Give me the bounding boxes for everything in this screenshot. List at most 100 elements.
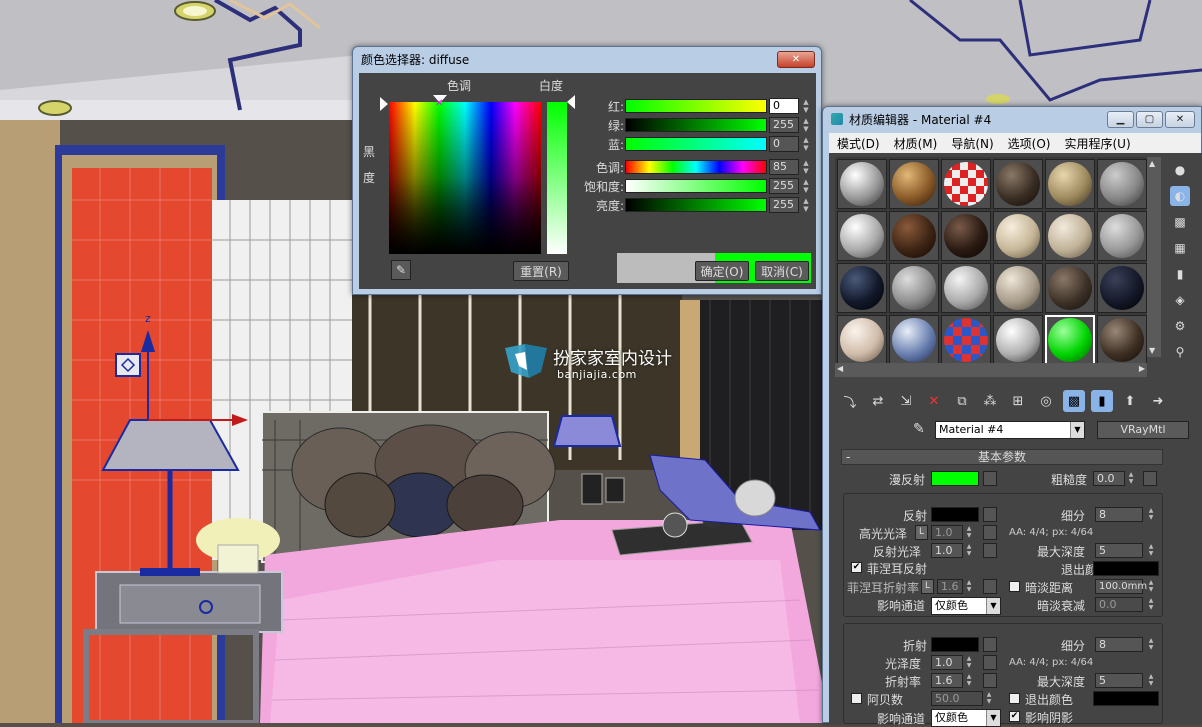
abbe-spinner[interactable]: ▲ ▼ bbox=[985, 691, 993, 706]
material-slot[interactable] bbox=[837, 263, 887, 313]
refract-gloss-input[interactable]: 1.0 bbox=[931, 655, 963, 670]
whiteness-bar[interactable] bbox=[547, 102, 567, 254]
refract-ior-spinner[interactable]: ▲ ▼ bbox=[965, 673, 973, 688]
reset-button[interactable]: 重置(R) bbox=[513, 261, 569, 281]
dim-distance-spinner[interactable]: ▲ ▼ bbox=[1147, 579, 1155, 594]
reflect-maxdepth-input[interactable]: 5 bbox=[1095, 543, 1143, 558]
fresnel-ior-map-button[interactable] bbox=[983, 579, 997, 594]
put-to-scene-icon[interactable]: ⇄ bbox=[867, 390, 889, 412]
dim-distance-checkbox[interactable] bbox=[1009, 581, 1020, 592]
scroll-left-icon[interactable]: ◀ bbox=[837, 364, 843, 373]
material-slot[interactable] bbox=[837, 159, 887, 209]
fresnel-ior-spinner[interactable]: ▲ ▼ bbox=[965, 579, 973, 594]
reflect-gloss-map-button[interactable] bbox=[983, 543, 997, 558]
material-slot[interactable] bbox=[837, 211, 887, 261]
reflect-color-swatch[interactable] bbox=[931, 507, 979, 522]
fresnel-ior-input[interactable]: 1.6 bbox=[937, 579, 963, 594]
select-by-material-icon[interactable]: ⚲ bbox=[1170, 342, 1190, 362]
hue-slider[interactable] bbox=[625, 160, 767, 174]
saturation-spinner[interactable]: ▲ ▼ bbox=[801, 178, 811, 194]
reflect-exit-color-swatch[interactable] bbox=[1093, 561, 1159, 576]
chevron-down-icon[interactable]: ▼ bbox=[986, 598, 1000, 614]
material-name-input[interactable]: Material #4 ▼ bbox=[935, 421, 1085, 439]
delete-icon[interactable]: ✕ bbox=[923, 390, 945, 412]
red-slider[interactable] bbox=[625, 99, 767, 113]
material-slot[interactable] bbox=[993, 263, 1043, 313]
refract-subdivs-input[interactable]: 8 bbox=[1095, 637, 1143, 652]
sample-type-icon[interactable]: ● bbox=[1170, 160, 1190, 180]
assign-to-selection-icon[interactable]: ⇲ bbox=[895, 390, 917, 412]
video-color-check-icon[interactable]: ▮ bbox=[1170, 264, 1190, 284]
put-to-library-icon[interactable]: ⊞ bbox=[1007, 390, 1029, 412]
material-slot[interactable] bbox=[837, 315, 887, 365]
material-slot[interactable] bbox=[1097, 315, 1147, 365]
diffuse-map-button[interactable] bbox=[983, 471, 997, 486]
value-slider[interactable] bbox=[625, 198, 767, 212]
get-material-icon[interactable]: ⤵ bbox=[839, 390, 861, 412]
red-spinner[interactable]: ▲ ▼ bbox=[801, 98, 811, 114]
uv-tiling-icon[interactable]: ▦ bbox=[1170, 238, 1190, 258]
blue-value-input[interactable]: 0 bbox=[769, 136, 799, 152]
reflect-subdivs-input[interactable]: 8 bbox=[1095, 507, 1143, 522]
material-slot[interactable] bbox=[889, 263, 939, 313]
hilight-map-button[interactable] bbox=[983, 525, 997, 540]
basic-params-rollout-header[interactable]: - 基本参数 bbox=[841, 449, 1163, 465]
reflect-maxdepth-spinner[interactable]: ▲ ▼ bbox=[1147, 543, 1155, 558]
blue-slider[interactable] bbox=[625, 137, 767, 151]
material-slot[interactable] bbox=[1045, 159, 1095, 209]
affect-shadows-checkbox[interactable]: ✔ bbox=[1009, 711, 1020, 722]
material-slot[interactable] bbox=[1097, 263, 1147, 313]
hilight-lock-button[interactable]: L bbox=[915, 525, 928, 540]
material-slot[interactable] bbox=[941, 315, 991, 365]
refract-color-swatch[interactable] bbox=[931, 637, 979, 652]
menu-material[interactable]: 材质(M) bbox=[894, 135, 938, 152]
green-value-input[interactable]: 255 bbox=[769, 117, 799, 133]
roughness-spinner[interactable]: ▲ ▼ bbox=[1127, 471, 1135, 486]
refract-maxdepth-input[interactable]: 5 bbox=[1095, 673, 1143, 688]
cancel-button[interactable]: 取消(C) bbox=[755, 261, 809, 281]
green-slider[interactable] bbox=[625, 118, 767, 132]
material-id-icon[interactable]: ◎ bbox=[1035, 390, 1057, 412]
abbe-checkbox[interactable] bbox=[851, 693, 862, 704]
menu-navigation[interactable]: 导航(N) bbox=[951, 135, 993, 152]
slot-horizontal-scrollbar[interactable]: ◀ ▶ bbox=[835, 363, 1147, 377]
roughness-map-button[interactable] bbox=[1143, 471, 1157, 486]
material-slot[interactable] bbox=[993, 211, 1043, 261]
eyedropper-button[interactable]: ✎ bbox=[391, 260, 411, 280]
go-to-parent-icon[interactable]: ⬆ bbox=[1119, 390, 1141, 412]
refract-ior-input[interactable]: 1.6 bbox=[931, 673, 963, 688]
collapse-icon[interactable]: - bbox=[846, 450, 850, 464]
material-slot[interactable] bbox=[1097, 211, 1147, 261]
refract-exit-color-checkbox[interactable] bbox=[1009, 693, 1020, 704]
reflect-gloss-input[interactable]: 1.0 bbox=[931, 543, 963, 558]
reflect-subdivs-spinner[interactable]: ▲ ▼ bbox=[1147, 507, 1155, 522]
menu-mode[interactable]: 模式(D) bbox=[837, 135, 880, 152]
reflect-map-button[interactable] bbox=[983, 507, 997, 522]
scroll-right-icon[interactable]: ▶ bbox=[1139, 364, 1145, 373]
blue-spinner[interactable]: ▲ ▼ bbox=[801, 136, 811, 152]
hue-value-input[interactable]: 85 bbox=[769, 159, 799, 175]
material-type-button[interactable]: VRayMtl bbox=[1097, 421, 1189, 439]
material-slot[interactable] bbox=[889, 211, 939, 261]
backlight-icon[interactable]: ◐ bbox=[1170, 186, 1190, 206]
refract-ior-map-button[interactable] bbox=[983, 673, 997, 688]
dim-distance-input[interactable]: 100.0mm bbox=[1095, 579, 1147, 594]
show-end-result-icon[interactable]: ▮ bbox=[1091, 390, 1113, 412]
refract-affect-channels-dropdown[interactable]: 仅颜色 ▼ bbox=[931, 709, 1001, 727]
saturation-value-input[interactable]: 255 bbox=[769, 178, 799, 194]
background-icon[interactable]: ▩ bbox=[1170, 212, 1190, 232]
material-slot[interactable] bbox=[993, 159, 1043, 209]
abbe-input[interactable]: 50.0 bbox=[931, 691, 983, 706]
pick-material-icon[interactable]: ✎ bbox=[913, 421, 925, 437]
chevron-down-icon[interactable]: ▼ bbox=[1070, 422, 1084, 438]
hilight-gloss-spinner[interactable]: ▲ ▼ bbox=[965, 525, 973, 540]
material-slot[interactable] bbox=[1097, 159, 1147, 209]
material-slot[interactable] bbox=[889, 315, 939, 365]
color-picker-close-button[interactable]: ✕ bbox=[777, 51, 815, 68]
go-forward-icon[interactable]: ➜ bbox=[1147, 390, 1169, 412]
fresnel-checkbox[interactable]: ✔ bbox=[851, 562, 862, 573]
material-slot[interactable] bbox=[941, 159, 991, 209]
material-slot[interactable] bbox=[993, 315, 1043, 365]
material-editor-close-button[interactable]: ✕ bbox=[1165, 111, 1195, 128]
minimize-button[interactable]: ▁ bbox=[1107, 111, 1134, 128]
